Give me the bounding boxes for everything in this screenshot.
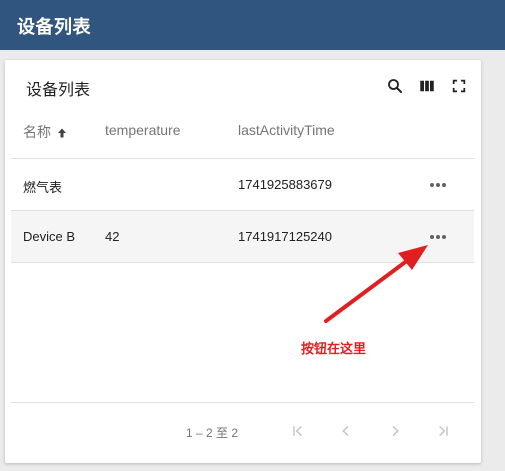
columns-button[interactable] bbox=[415, 74, 439, 98]
more-horiz-icon bbox=[430, 183, 446, 187]
row-more-button[interactable] bbox=[426, 225, 450, 249]
pagination-range: 1 – 2 至 2 bbox=[186, 426, 239, 440]
chevron-left-icon bbox=[342, 425, 349, 437]
chevron-right-icon bbox=[392, 425, 399, 437]
cell-temperature: 42 bbox=[105, 229, 120, 244]
search-button[interactable] bbox=[383, 74, 407, 98]
first-page-button[interactable] bbox=[286, 419, 310, 443]
column-header-label: 名称 bbox=[23, 124, 51, 140]
more-horiz-icon bbox=[430, 235, 446, 239]
fullscreen-icon bbox=[452, 79, 466, 93]
cell-name: Device B bbox=[23, 229, 76, 244]
cell-name: 燃气表 bbox=[23, 180, 63, 195]
fullscreen-button[interactable] bbox=[447, 74, 471, 98]
top-app-bar: 设备列表 bbox=[0, 0, 505, 50]
next-page-button[interactable] bbox=[383, 419, 407, 443]
column-header-last-activity[interactable]: lastActivityTime bbox=[238, 122, 335, 138]
cell-last-activity: 1741917125240 bbox=[238, 229, 332, 244]
annotation-label: 按钮在这里 bbox=[301, 341, 367, 356]
column-header-name[interactable]: 名称 bbox=[23, 122, 68, 142]
last-page-icon bbox=[439, 425, 448, 437]
table-row[interactable]: Device B 42 1741917125240 bbox=[11, 210, 474, 262]
card-title: 设备列表 bbox=[26, 82, 91, 99]
last-page-button[interactable] bbox=[431, 419, 455, 443]
previous-page-button[interactable] bbox=[334, 419, 358, 443]
cell-last-activity: 1741925883679 bbox=[238, 177, 332, 192]
paginator-divider bbox=[11, 402, 474, 403]
first-page-icon bbox=[293, 425, 302, 437]
table-row[interactable]: 燃气表 1741925883679 bbox=[11, 158, 474, 210]
row-divider bbox=[11, 262, 474, 263]
app-title: 设备列表 bbox=[17, 17, 91, 37]
device-list-card: 设备列表 名称 temperature lastActivityTime 燃气表… bbox=[5, 60, 481, 463]
column-header-temperature[interactable]: temperature bbox=[105, 122, 180, 138]
row-more-button[interactable] bbox=[426, 173, 450, 197]
arrow-up-icon bbox=[58, 128, 66, 138]
search-icon bbox=[388, 79, 402, 93]
view-column-icon bbox=[420, 80, 434, 92]
